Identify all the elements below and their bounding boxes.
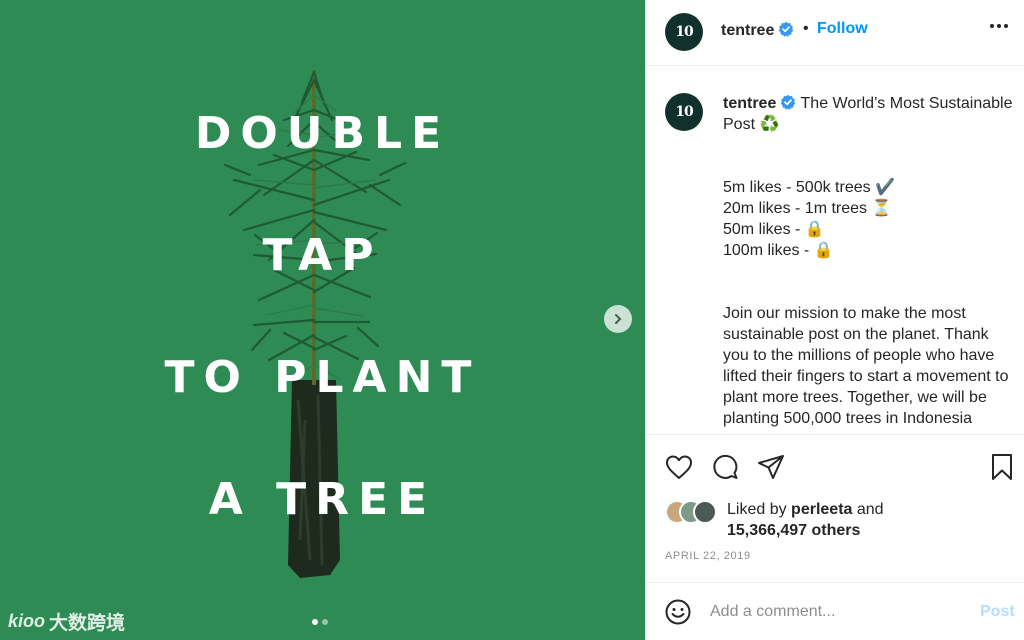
chevron-right-icon xyxy=(615,314,622,324)
emoji-button[interactable] xyxy=(665,599,691,630)
comment-icon xyxy=(713,454,738,479)
post-header: 10 tentree • Follow xyxy=(646,0,1024,66)
post-actions: Liked by perleeta and 15,366,497 others … xyxy=(646,434,1024,582)
verified-badge-icon xyxy=(779,21,794,37)
post-comment-button[interactable]: Post xyxy=(980,603,1015,621)
more-options-button[interactable] xyxy=(990,24,1008,28)
headline-line-4: A TREE xyxy=(208,474,437,525)
likes-count-link[interactable]: 15,366,497 others xyxy=(727,522,860,539)
likes-summary: Liked by perleeta and 15,366,497 others xyxy=(665,497,1015,541)
watermark-text: 大数跨境 xyxy=(49,613,126,634)
milestone-list: 5m likes - 500k trees ✔️ 20m likes - 1m … xyxy=(723,177,1018,261)
bookmark-icon xyxy=(992,454,1012,480)
pine-seedling-image xyxy=(223,70,407,578)
carousel-indicators xyxy=(312,619,328,625)
post-caption: 10 tentree The World’s Most Sustainable … xyxy=(646,66,1024,434)
liked-by-label: Liked by xyxy=(727,501,787,518)
avatar[interactable] xyxy=(693,500,717,524)
headline-line-3: TO PLANT xyxy=(164,352,481,403)
milestone-item: 5m likes - 500k trees ✔️ xyxy=(723,179,895,196)
save-button[interactable] xyxy=(988,453,1016,481)
smiley-icon xyxy=(665,599,691,625)
caption-text: tentree The World’s Most Sustainable Pos… xyxy=(723,93,1018,429)
milestone-item: 20m likes - 1m trees ⏳ xyxy=(723,200,892,217)
watermark: kioo 大数跨境 xyxy=(8,608,125,635)
username-link[interactable]: tentree xyxy=(721,22,774,39)
carousel-dot xyxy=(322,619,328,625)
like-button[interactable] xyxy=(665,453,693,481)
liked-by-user-link[interactable]: perleeta xyxy=(791,501,852,518)
post-date[interactable]: APRIL 22, 2019 xyxy=(665,550,751,562)
verified-badge-icon xyxy=(781,94,796,110)
comment-button[interactable] xyxy=(711,453,739,481)
comment-input[interactable] xyxy=(710,600,960,624)
milestone-item: 50m likes - 🔒 xyxy=(723,221,825,238)
username-row: tentree xyxy=(721,21,794,40)
likes-text: Liked by perleeta and 15,366,497 others xyxy=(727,499,884,541)
share-button[interactable] xyxy=(757,453,785,481)
post-media[interactable]: DOUBLE TAP TO PLANT A TREE kioo 大数跨境 xyxy=(0,0,645,640)
separator-dot: • xyxy=(803,20,809,37)
heart-icon xyxy=(666,455,692,479)
watermark-logo: kioo xyxy=(8,611,46,631)
carousel-dot xyxy=(312,619,318,625)
liked-by-and: and xyxy=(856,501,884,518)
caption-body: Join our mission to make the most sustai… xyxy=(723,305,1009,427)
headline-line-2: TAP xyxy=(262,230,383,281)
liker-avatars xyxy=(665,500,725,524)
caption-avatar[interactable]: 10 xyxy=(665,93,703,131)
milestone-item: 100m likes - 🔒 xyxy=(723,242,834,259)
more-icon xyxy=(990,24,994,28)
next-slide-button[interactable] xyxy=(604,305,632,333)
paper-plane-icon xyxy=(758,455,784,479)
avatar[interactable]: 10 xyxy=(665,13,703,51)
post-sidebar: 10 tentree • Follow 10 tentree The World… xyxy=(645,0,1024,640)
comment-bar: Post xyxy=(646,582,1024,640)
headline-line-1: DOUBLE xyxy=(194,108,451,159)
follow-button[interactable]: Follow xyxy=(817,20,868,38)
caption-username[interactable]: tentree xyxy=(723,95,776,112)
